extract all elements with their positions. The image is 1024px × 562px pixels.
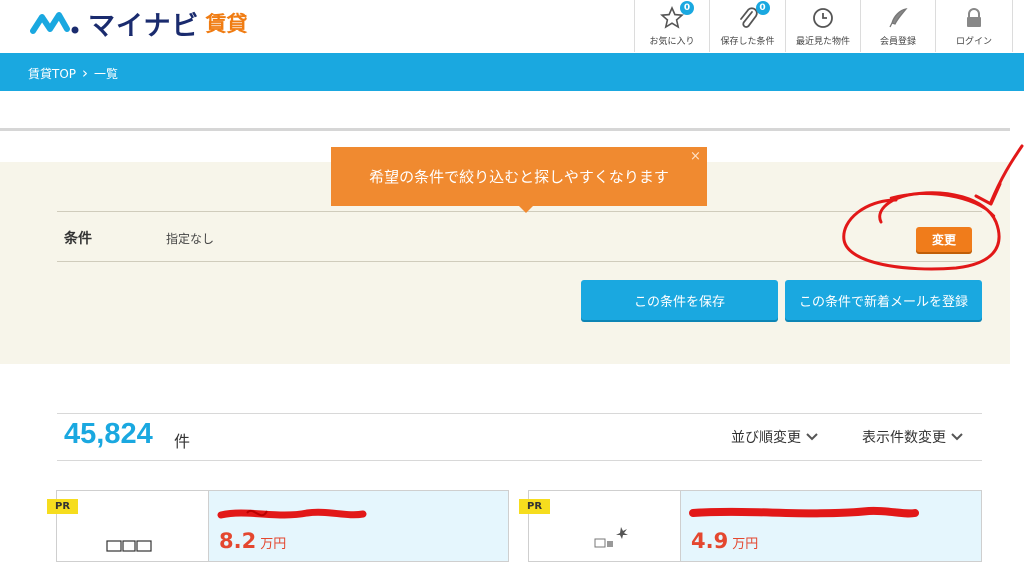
saved-conditions-badge: 0 [755,1,770,15]
redacted-name-scribble-icon [689,506,919,518]
condition-label: 条件 [64,231,92,247]
logo-brand-text: マイナビ [88,10,200,41]
chevron-down-icon [951,433,963,441]
result-count: 45,824 [64,418,153,450]
property-card[interactable]: PR 4.9 万円 [519,490,982,562]
rent-price-value: 4.9 [691,529,729,553]
result-count-unit: 件 [174,432,191,451]
filter-hint-tooltip: 希望の条件で絞り込むと探しやすくなります [331,147,707,206]
save-condition-button[interactable]: この条件を保存 [581,280,778,320]
star-icon: 0 [660,1,694,30]
pr-tag: PR [47,499,79,514]
site-logo[interactable]: マイナビ 賃貸 [30,6,248,41]
results-bottom-divider [57,460,982,461]
breadcrumb: 賃貸TOP › 一覧 [28,64,118,82]
lock-icon [962,6,986,30]
pr-tag: PR [519,499,551,514]
nav-favorites-label: お気に入り [649,37,695,47]
per-page-label: 表示件数変更 [862,430,946,446]
rent-price: 4.9 万円 [691,529,758,553]
rent-price-value: 8.2 [219,529,257,553]
property-info: 8.2 万円 [208,491,508,561]
property-card[interactable]: PR 8.2 万円 [47,490,509,562]
logo-suffix-text: 賃貸 [205,13,248,36]
nav-favorites[interactable]: 0 お気に入り [634,0,709,52]
chevron-down-icon [806,433,818,441]
condition-value: 指定なし [166,232,215,246]
nav-saved-conditions[interactable]: 0 保存した条件 [709,0,785,52]
tooltip-close-icon[interactable]: × [690,149,701,164]
rent-price: 8.2 万円 [219,529,286,553]
breadcrumb-bar [0,53,1024,91]
rent-price-unit: 万円 [732,537,759,552]
sort-order-dropdown[interactable]: 並び順変更 [731,427,819,447]
nav-member-register[interactable]: 会員登録 [860,0,935,52]
paperclip-icon: 0 [736,1,770,30]
clock-icon [811,6,835,30]
breadcrumb-separator-icon: › [82,64,89,82]
nav-member-register-label: 会員登録 [879,37,916,47]
register-mail-button[interactable]: この条件で新着メールを登録 [785,280,982,320]
rent-price-unit: 万円 [260,537,287,552]
nav-recently-viewed[interactable]: 最近見た物件 [785,0,860,52]
nav-login[interactable]: ログイン [935,0,1013,52]
floorplan-thumbnail-icon [106,540,152,552]
results-top-divider [57,413,982,414]
nav-recently-viewed-label: 最近見た物件 [795,37,850,47]
red-annotation-circle-icon [842,144,1024,271]
redacted-name-scribble-icon [217,508,367,519]
breadcrumb-current: 一覧 [94,66,119,81]
nav-saved-conditions-label: 保存した条件 [720,37,775,47]
tooltip-arrow [518,205,534,213]
pen-icon [886,6,910,30]
logo-mark-icon [30,12,79,34]
favorites-badge: 0 [680,1,694,15]
per-page-dropdown[interactable]: 表示件数変更 [862,427,964,447]
breadcrumb-home-link[interactable]: 賃貸TOP [28,65,76,82]
sort-order-label: 並び順変更 [731,430,801,446]
property-info: 4.9 万円 [680,491,981,561]
section-divider [0,128,1010,131]
nav-login-label: ログイン [955,37,992,47]
property-thumbnail-icon [594,527,628,548]
